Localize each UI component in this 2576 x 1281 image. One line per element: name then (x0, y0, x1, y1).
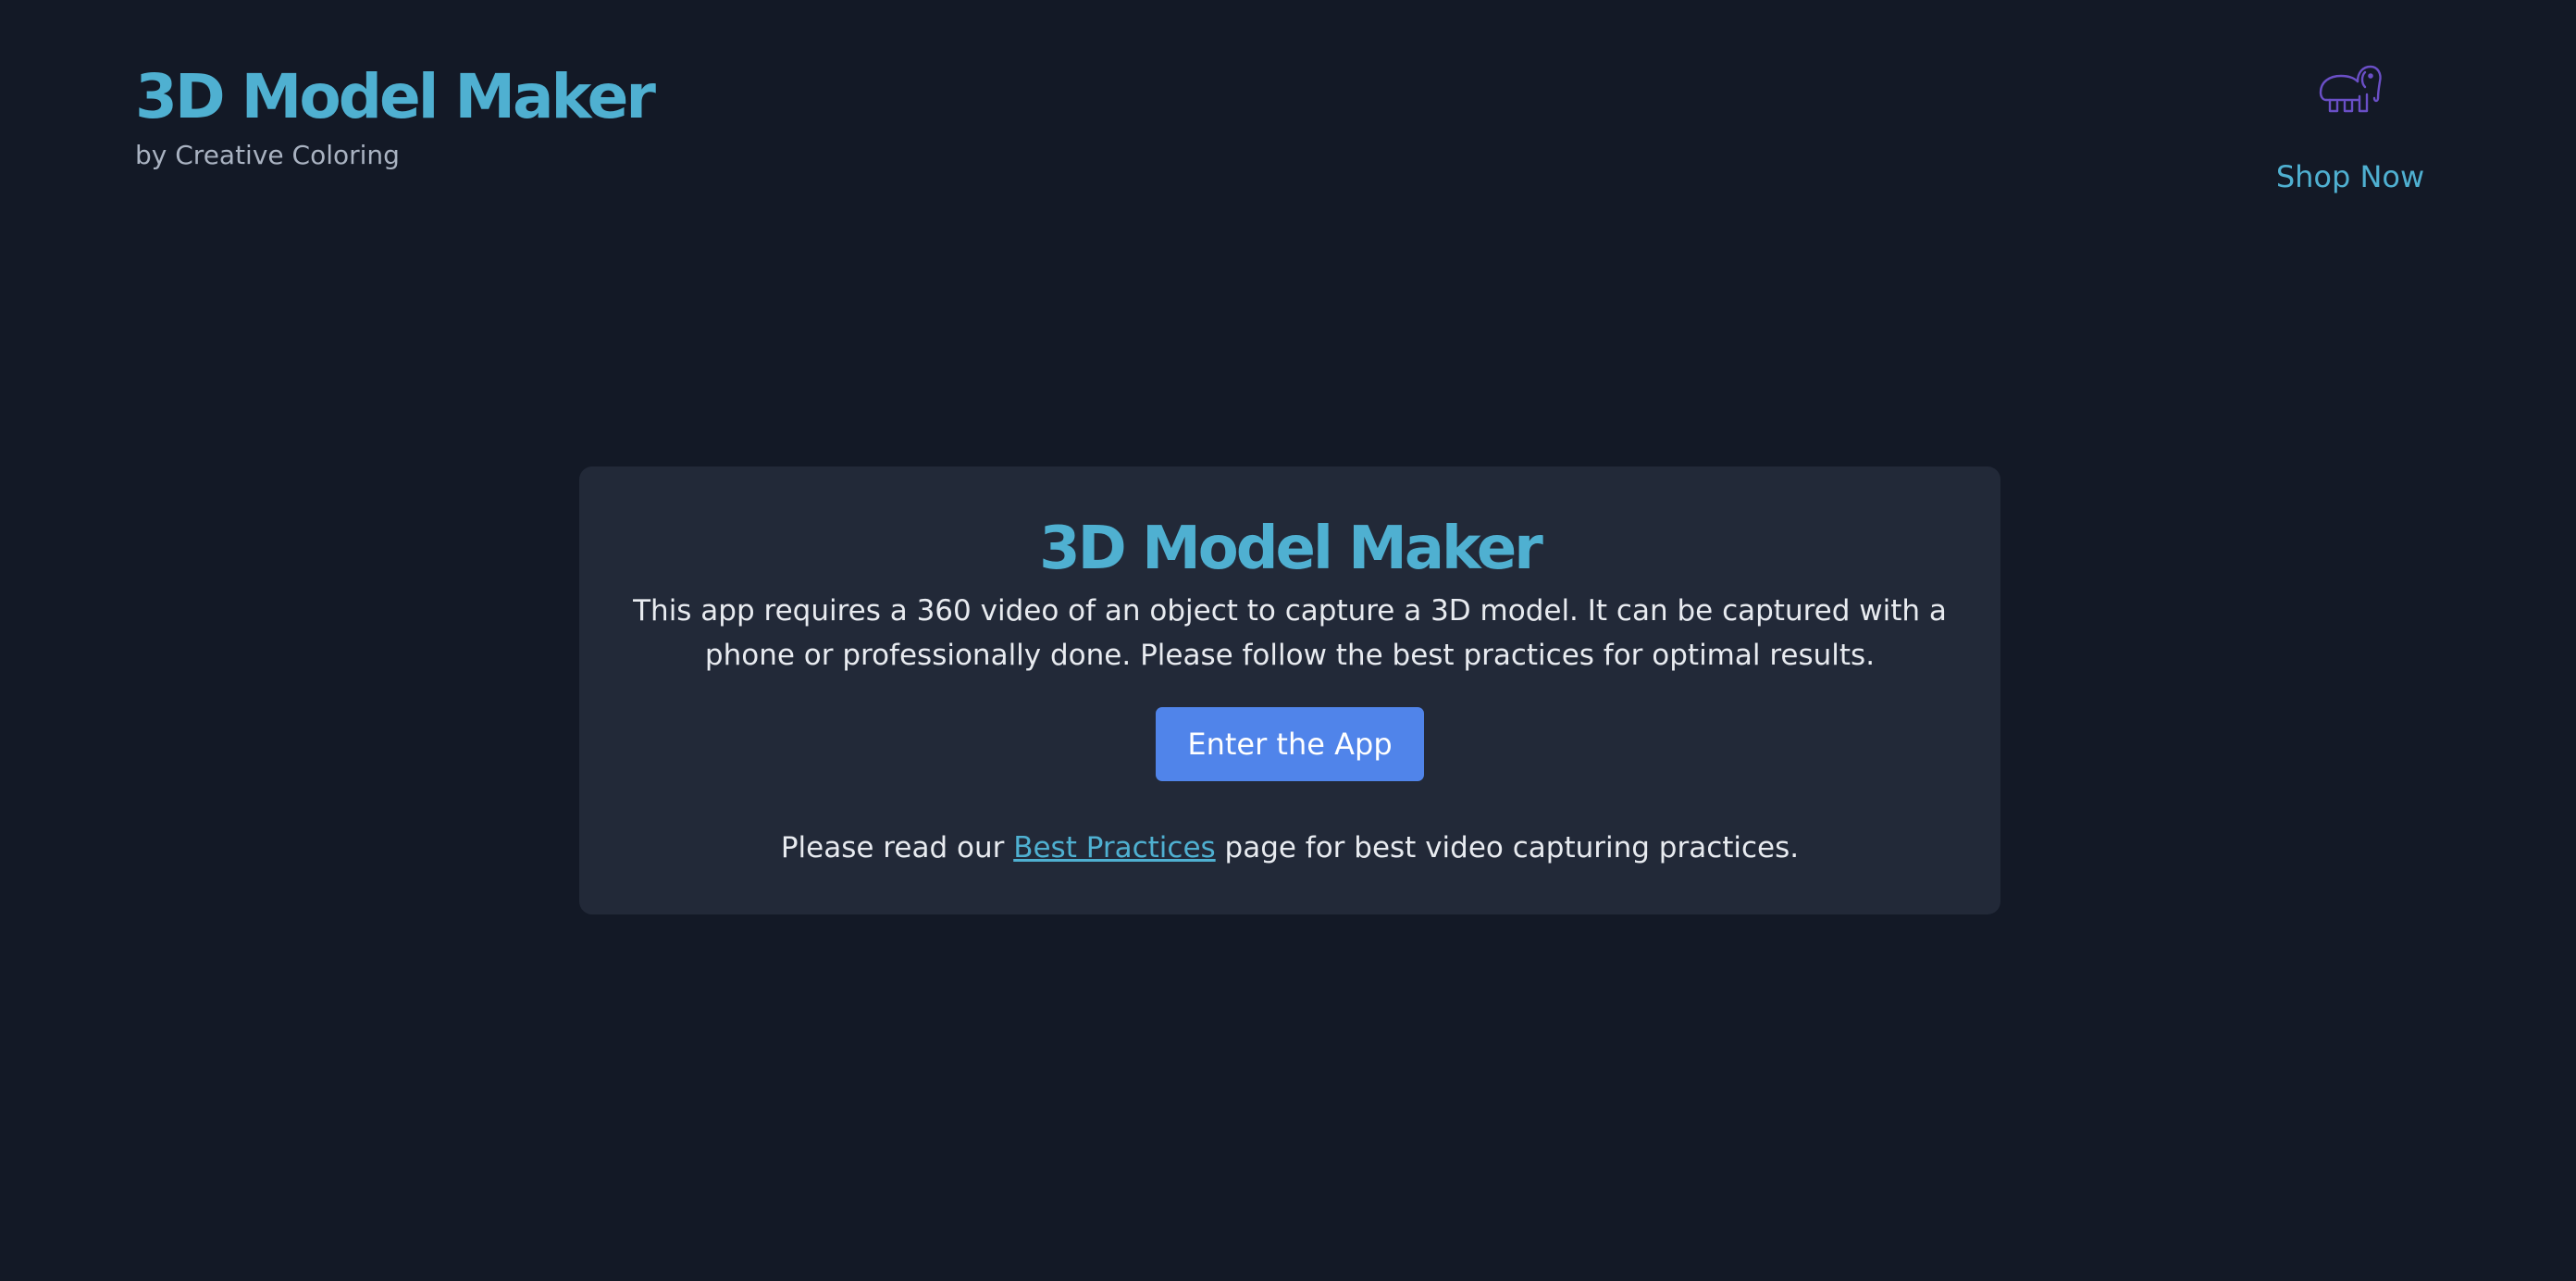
elephant-icon[interactable] (2317, 59, 2384, 115)
best-practices-note: Please read our Best Practices page for … (579, 827, 2000, 868)
brand: 3D Model Maker by Creative Coloring (135, 57, 656, 174)
app-title: 3D Model Maker (135, 61, 656, 132)
card-description: This app requires a 360 video of an obje… (633, 594, 1947, 672)
header-actions: Shop Now (2258, 59, 2443, 194)
note-prefix: Please read our (780, 831, 1014, 864)
enter-app-button[interactable]: Enter the App (1156, 707, 1424, 781)
welcome-card: 3D Model Maker This app requires a 360 v… (579, 466, 2000, 914)
note-suffix: page for best video capturing practices. (1215, 831, 1800, 864)
best-practices-link[interactable]: Best Practices (1013, 831, 1215, 864)
card-title: 3D Model Maker (1039, 515, 1543, 583)
app-subtitle: by Creative Coloring (135, 140, 400, 170)
shop-now-link[interactable]: Shop Now (2276, 159, 2424, 194)
